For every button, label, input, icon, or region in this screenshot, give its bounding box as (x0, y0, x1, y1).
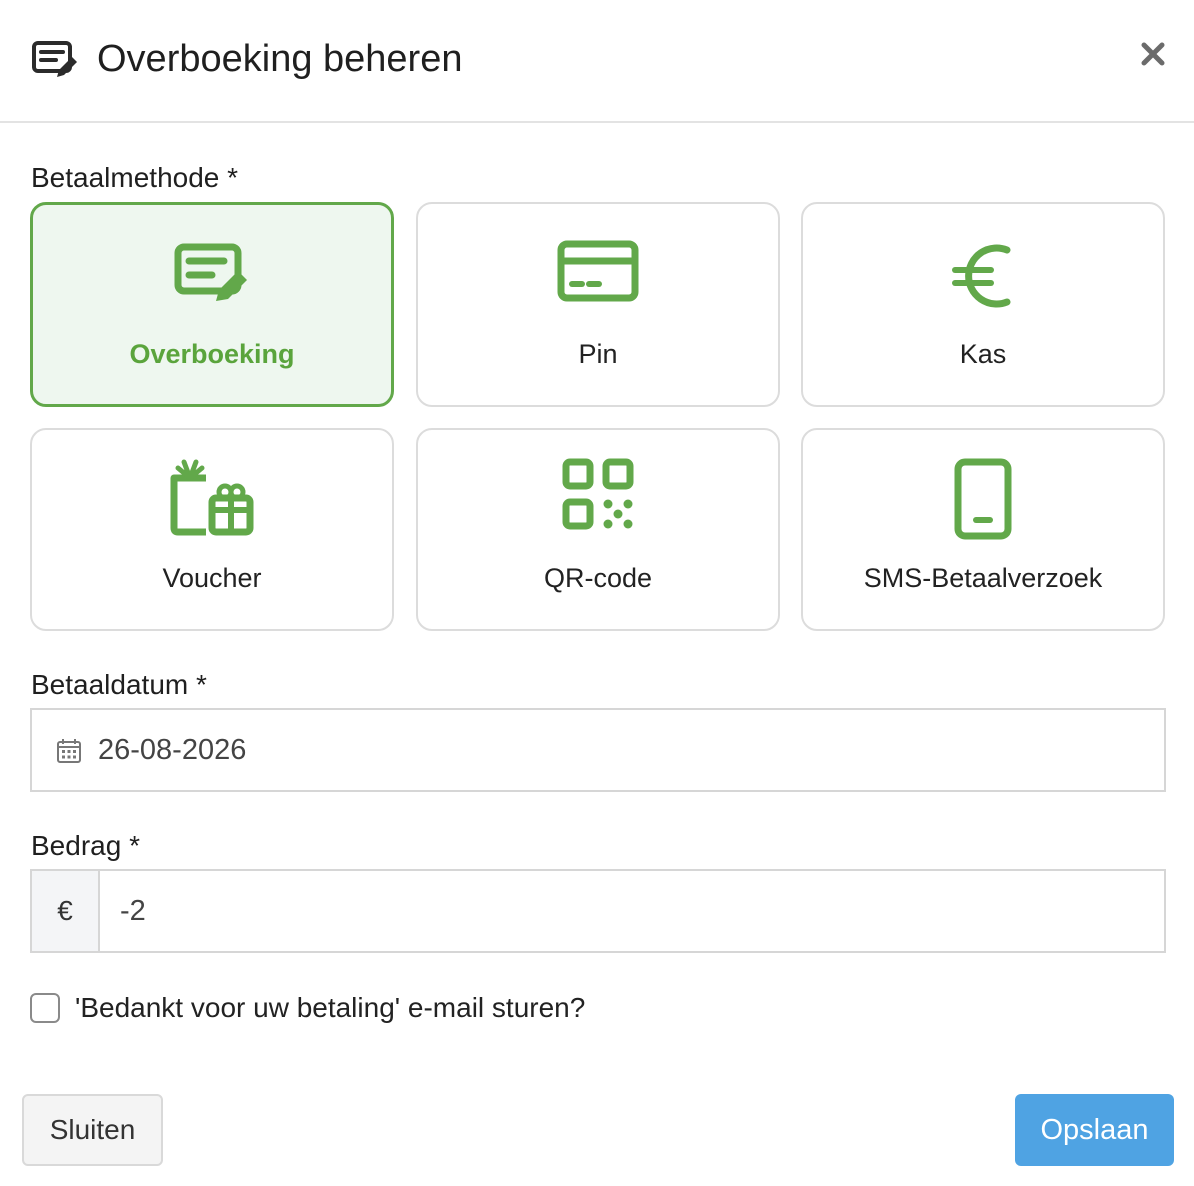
calendar-icon (57, 739, 81, 763)
close-icon (1141, 42, 1165, 66)
thank-you-email-checkbox[interactable] (30, 993, 60, 1023)
payment-option-kas[interactable]: Kas (801, 202, 1165, 407)
payment-option-label: Pin (578, 339, 618, 369)
amount-input[interactable] (100, 871, 1164, 951)
payment-option-voucher[interactable]: Voucher (30, 428, 394, 631)
payment-option-label: QR-code (543, 563, 653, 593)
modal-title: Overboeking beheren (97, 38, 463, 80)
payment-option-pin[interactable]: Pin (416, 202, 780, 407)
payment-date-label: Betaaldatum * (31, 669, 207, 700)
edit-note-icon (32, 41, 77, 77)
amount-label: Bedrag * (31, 830, 140, 861)
payment-option-label: Kas (959, 339, 1007, 369)
edit-note-icon (174, 243, 247, 301)
close-button[interactable] (1136, 36, 1170, 72)
payment-method-label: Betaalmethode * (31, 162, 239, 193)
save-button[interactable]: Opslaan (1015, 1094, 1174, 1166)
mobile-phone-icon (954, 458, 1012, 540)
payment-option-label: Overboeking (129, 339, 295, 369)
modal-header: Overboeking beheren (0, 0, 1194, 123)
payment-date-field[interactable] (30, 708, 1166, 792)
payment-option-label: SMS-Betaalverzoek (863, 563, 1103, 593)
close-modal-button[interactable]: Sluiten (22, 1094, 163, 1166)
voucher-gift-icon (170, 459, 254, 536)
payment-option-qr-code[interactable]: QR-code (416, 428, 780, 631)
euro-icon (952, 244, 1011, 308)
qr-code-icon (562, 458, 634, 530)
thank-you-email-label[interactable]: 'Bedankt voor uw betaling' e-mail sturen… (75, 990, 585, 1026)
payment-date-input[interactable] (98, 730, 1098, 770)
amount-field-group: € (30, 869, 1166, 953)
credit-card-icon (557, 240, 639, 302)
payment-option-overboeking[interactable]: Overboeking (30, 202, 394, 407)
payment-option-label: Voucher (162, 563, 262, 593)
payment-option-sms-betaalverzoek[interactable]: SMS-Betaalverzoek (801, 428, 1165, 631)
currency-prefix: € (32, 871, 100, 951)
